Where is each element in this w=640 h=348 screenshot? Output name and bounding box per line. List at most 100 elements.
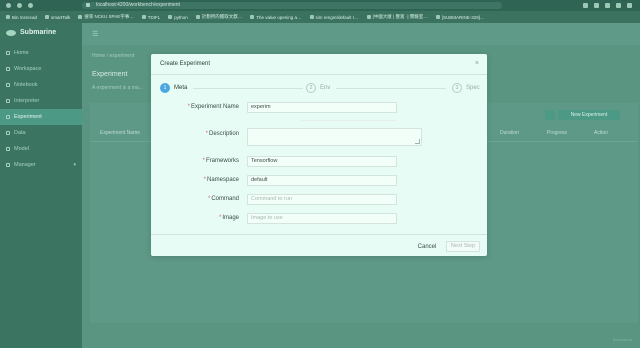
experiment-name-input[interactable]: experim	[247, 102, 397, 113]
lock-icon	[86, 3, 90, 7]
bookmark-icon	[195, 15, 200, 19]
top-header: ☰	[82, 23, 640, 45]
bookmark-icon	[78, 15, 83, 19]
bookmark-item[interactable]: [SUBMARINE-329]…	[435, 15, 485, 20]
bookmark-icon	[6, 15, 10, 19]
bookmark-icon	[45, 15, 50, 19]
manager-icon	[6, 163, 10, 167]
extension-icon[interactable]	[605, 3, 610, 8]
experiment-icon	[6, 115, 10, 119]
step-number: 2	[306, 83, 316, 93]
interpreter-icon	[6, 99, 10, 103]
data-icon	[6, 131, 10, 135]
image-label: *Image	[218, 215, 239, 221]
command-input[interactable]: Command to run	[247, 194, 397, 205]
bookmark-icon	[168, 15, 173, 19]
sidebar-item-manager[interactable]: Manager ▾	[0, 157, 82, 173]
namespace-input[interactable]: default	[247, 175, 397, 186]
next-step-button[interactable]: Next Step	[446, 241, 480, 252]
bookmark-item[interactable]: [中國大廈 | 豐富 ·] 實驗室…	[366, 14, 428, 20]
step-label: Spec	[466, 85, 480, 91]
experiment-name-label: *Experiment Name	[187, 104, 239, 110]
required-mark: *	[205, 131, 208, 137]
url-text: localhost:4200/workbench/experiment	[96, 2, 180, 8]
column-progress: Progress	[547, 130, 568, 136]
divider	[151, 234, 487, 235]
step-label: Meta	[174, 85, 188, 91]
menu-toggle-icon[interactable]: ☰	[92, 30, 98, 38]
bookmark-item[interactable]: sim rengre/default I…	[309, 15, 359, 20]
required-mark: *	[218, 215, 222, 221]
sidebar-item-model[interactable]: Model	[0, 141, 82, 157]
close-icon[interactable]: ×	[475, 60, 479, 67]
bookmark-icon	[141, 15, 146, 19]
bookmark-item[interactable]: smartTalk	[45, 15, 70, 20]
column-duration: Duration	[500, 130, 519, 136]
sidebar-item-experiment[interactable]: Experiment	[0, 109, 82, 125]
sidebar: Submarine Home Workspace Notebook Interp…	[0, 23, 82, 348]
step-connector	[336, 88, 446, 89]
notebook-icon	[6, 83, 10, 87]
step-number: 3	[452, 83, 462, 93]
page-title: Experiment	[92, 71, 128, 78]
step-connector	[193, 88, 303, 89]
bookmark-item[interactable]: TDIFL	[141, 15, 160, 20]
bookmark-icon	[250, 15, 255, 19]
bookmark-item[interactable]: python	[168, 15, 188, 20]
bookmark-item[interactable]: 搜尋 NCKU SPAE字事…	[78, 14, 134, 20]
bookmark-icon	[435, 15, 440, 19]
breadcrumb: Home / experiment	[92, 53, 135, 59]
description-label: *Description	[205, 131, 239, 137]
image-input[interactable]: Image to use	[247, 213, 397, 224]
divider	[151, 74, 487, 75]
chevron-down-icon: ▾	[73, 162, 76, 168]
address-bar[interactable]: localhost:4200/workbench/experiment	[82, 2, 502, 9]
forward-icon[interactable]	[17, 3, 22, 8]
step-env: 2 Env	[306, 83, 330, 93]
window-controls[interactable]	[6, 3, 33, 8]
reload-icon[interactable]	[28, 3, 33, 8]
step-number: 1	[160, 83, 170, 93]
required-mark: *	[187, 104, 190, 110]
column-experiment-name: Experiment Name	[100, 130, 141, 136]
page-description: A experiment is a ma...	[92, 85, 143, 91]
command-label: *Command	[207, 196, 239, 202]
step-label: Env	[320, 85, 331, 91]
bookmarks-bar: Bin msrecad smartTalk 搜尋 NCKU SPAE字事… TD…	[0, 11, 640, 23]
sidebar-item-home[interactable]: Home	[0, 45, 82, 61]
model-icon	[6, 147, 10, 151]
browser-toolbar: localhost:4200/workbench/experiment	[0, 0, 640, 11]
bookmark-icon	[309, 15, 314, 19]
new-experiment-button[interactable]: New Experiment	[558, 110, 620, 120]
sidebar-nav: Home Workspace Notebook Interpreter Expe…	[0, 45, 82, 173]
frameworks-label: *Frameworks	[202, 158, 239, 164]
extension-icon[interactable]	[594, 3, 599, 8]
bookmark-item[interactable]: The value opening a…	[250, 15, 302, 20]
brand-name: Submarine	[20, 29, 57, 36]
resize-handle-icon[interactable]	[415, 139, 420, 144]
sidebar-item-notebook[interactable]: Notebook	[0, 77, 82, 93]
browser-extension-icons	[583, 3, 632, 8]
home-icon	[6, 51, 10, 55]
bookmark-item[interactable]: Bin msrecad	[6, 15, 37, 20]
sidebar-item-data[interactable]: Data	[0, 125, 82, 141]
submarine-logo-icon	[6, 29, 16, 36]
menu-icon[interactable]	[627, 3, 632, 8]
bookmark-item[interactable]: 計劃所的獲取文獻…	[195, 14, 242, 20]
namespace-label: *Namespace	[203, 177, 239, 183]
step-meta: 1 Meta	[160, 83, 187, 93]
frameworks-select[interactable]: Tensorflow	[247, 156, 397, 167]
cancel-button[interactable]: Cancel	[414, 242, 440, 252]
back-icon[interactable]	[6, 3, 11, 8]
brand[interactable]: Submarine	[6, 29, 56, 36]
description-textarea[interactable]	[247, 128, 422, 146]
required-mark: *	[203, 177, 206, 183]
step-spec: 3 Spec	[452, 83, 480, 93]
modal-title: Create Experiment	[160, 61, 211, 67]
profile-icon[interactable]	[616, 3, 621, 8]
refresh-button[interactable]	[545, 110, 555, 120]
sidebar-item-interpreter[interactable]: Interpreter	[0, 93, 82, 109]
sidebar-item-workspace[interactable]: Workspace	[0, 61, 82, 77]
extension-icon[interactable]	[583, 3, 588, 8]
create-experiment-modal: Create Experiment × 1 Meta 2 Env 3 Spec …	[151, 54, 487, 256]
